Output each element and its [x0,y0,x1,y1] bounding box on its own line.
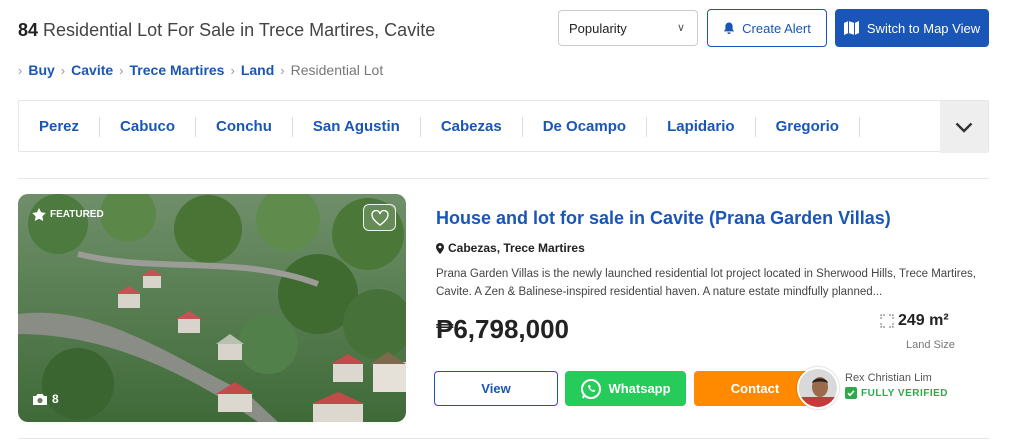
location-link-conchu[interactable]: Conchu [196,117,293,137]
location-link-cabezas[interactable]: Cabezas [421,117,523,137]
page-title: 84 Residential Lot For Sale in Trece Mar… [18,20,435,41]
whatsapp-label: Whatsapp [608,381,671,396]
divider [18,178,989,179]
breadcrumb-cavite[interactable]: Cavite [71,62,113,78]
star-icon [32,208,46,221]
breadcrumb-current: Residential Lot [290,62,384,78]
location-link-san-agustin[interactable]: San Agustin [293,117,421,137]
land-size-label: Land Size [906,339,955,351]
location-link-de-ocampo[interactable]: De Ocampo [523,117,648,137]
contact-label: Contact [730,381,780,396]
create-alert-label: Create Alert [742,20,811,36]
page-title-text: Residential Lot For Sale in Trece Martir… [43,20,436,40]
expand-locations-button[interactable] [940,101,988,153]
breadcrumb-separator-icon: › [60,62,66,78]
breadcrumb-separator-icon: › [280,62,285,78]
listing-location-text: Cabezas, Trece Martires [448,241,585,255]
camera-icon [33,393,47,405]
listing-description: Prana Garden Villas is the newly launche… [436,268,976,298]
location-link-gregorio[interactable]: Gregorio [756,117,860,137]
view-label: View [481,381,511,396]
agent-name[interactable]: Rex Christian Lim [845,372,932,384]
sort-value: Popularity [569,21,627,36]
map-view-label: Switch to Map View [866,20,981,36]
land-size: 249 m² [880,312,949,330]
location-link-cabuco[interactable]: Cabuco [100,117,197,137]
listing-photo[interactable]: FEATURED 8 [18,194,406,422]
expand-icon [880,314,894,328]
breadcrumb-land[interactable]: Land [241,62,274,78]
featured-badge: FEATURED [32,208,104,221]
breadcrumb-buy[interactable]: Buy [28,62,54,78]
map-pin-icon [436,242,444,254]
location-link-perez[interactable]: Perez [39,117,101,137]
whatsapp-button[interactable]: Whatsapp [565,371,686,406]
breadcrumb-separator-icon: › [119,62,124,78]
sort-select[interactable]: Popularity ∨ [558,10,698,46]
view-button[interactable]: View [434,371,558,406]
agent-avatar[interactable] [797,367,839,409]
location-filter-bar: Perez Cabuco Conchu San Agustin Cabezas … [18,100,989,153]
aerial-photo-image [18,194,406,422]
chevron-down-icon: ∨ [676,22,685,34]
bell-icon [723,22,735,34]
divider [18,438,989,439]
breadcrumb-trece-martires[interactable]: Trece Martires [130,62,225,78]
listing-title[interactable]: House and lot for sale in Cavite (Prana … [436,208,891,229]
photo-count-value: 8 [52,392,59,406]
photo-count: 8 [32,392,59,406]
map-icon [843,21,859,35]
create-alert-button[interactable]: Create Alert [707,9,827,47]
listing-location: Cabezas, Trece Martires [436,241,585,255]
listing-price: ₱6,798,000 [436,314,570,344]
breadcrumb: › Buy › Cavite › Trece Martires › Land ›… [18,62,383,78]
location-link-lapidario[interactable]: Lapidario [647,117,756,137]
heart-icon [370,209,389,226]
result-count: 84 [18,20,39,40]
agent-photo-image [799,369,837,407]
verified-label: FULLY VERIFIED [861,387,949,399]
favorite-button[interactable] [363,204,396,231]
whatsapp-icon [581,378,602,399]
map-view-button[interactable]: Switch to Map View [835,9,989,47]
check-shield-icon [845,387,857,399]
breadcrumb-separator-icon: › [18,62,23,78]
breadcrumb-separator-icon: › [230,62,235,78]
land-size-value: 249 m² [898,312,949,329]
verified-badge: FULLY VERIFIED [845,387,948,399]
chevron-down-icon [955,122,973,133]
featured-label: FEATURED [50,209,104,220]
